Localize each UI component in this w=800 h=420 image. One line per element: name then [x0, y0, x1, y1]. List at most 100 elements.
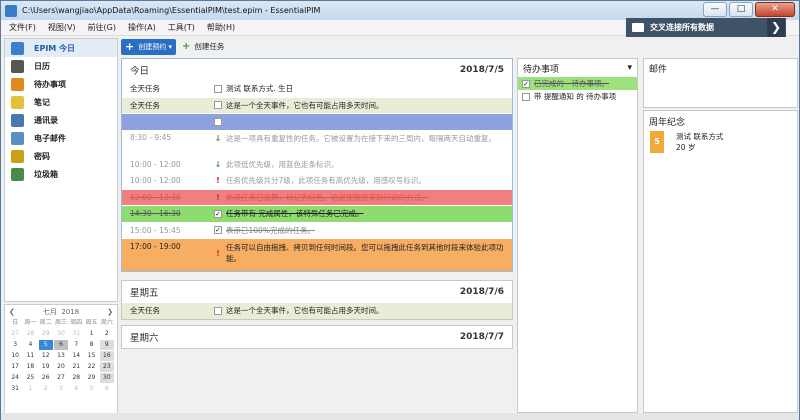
day-cell[interactable]: 19 — [39, 362, 53, 372]
sidebar-item-1[interactable]: 日历 — [5, 57, 117, 75]
day-cell[interactable]: 21 — [69, 362, 83, 372]
day-cell[interactable]: 20 — [54, 362, 68, 372]
sidebar-item-0[interactable]: EPIM 今日 — [5, 39, 117, 57]
day-cell[interactable]: 5 — [38, 340, 53, 350]
day-cell[interactable]: 9 — [99, 340, 114, 350]
high-priority-icon: ! — [216, 192, 220, 202]
day-cell[interactable]: 28 — [23, 329, 37, 339]
day-cell[interactable]: 3 — [8, 340, 22, 350]
menu-file[interactable]: 文件(F) — [9, 22, 36, 33]
day-cell[interactable]: 27 — [54, 373, 68, 383]
sidebar-item-7[interactable]: 垃圾箱 — [5, 165, 117, 183]
day-cell[interactable]: 7 — [69, 340, 83, 350]
day-cell[interactable]: 6 — [53, 340, 69, 350]
next-month-button[interactable]: ❯ — [107, 308, 113, 316]
todo-item[interactable]: 带 提醒通知 的 待办事项 — [518, 90, 637, 103]
day-cell[interactable]: 4 — [69, 384, 83, 394]
day-cell[interactable]: 1 — [84, 329, 98, 339]
day-cell[interactable]: 1 — [23, 384, 37, 394]
mini-year[interactable]: 2018 — [61, 308, 79, 316]
day-cell[interactable]: 4 — [23, 340, 37, 350]
day-cell[interactable]: 8 — [84, 340, 98, 350]
todo-text: 已完成的 - 待办事项。 — [534, 79, 609, 88]
day-cell[interactable]: 31 — [8, 384, 22, 394]
event-row[interactable]: 17:00 - 19:00! 任务可以自由拖拽、拷贝到任何时间段。您可以拖拽此任务… — [122, 238, 512, 271]
anniversary-item[interactable]: 5 测试 联系方式 20 岁 — [644, 131, 797, 153]
day-cell[interactable]: 13 — [54, 351, 68, 361]
menu-tools[interactable]: 工具(T) — [168, 22, 195, 33]
event-checkbox[interactable] — [214, 84, 222, 93]
event-row[interactable]: 14:30 - 16:30 ✓ 任务带有 完成属性，该特殊任务已完成。 — [122, 205, 512, 222]
event-checkbox[interactable] — [214, 117, 222, 126]
event-row[interactable]: 12:00 - 13:30! 此项任务已逾期，标记为红色。这是提醒您采取行动的方式… — [122, 188, 512, 205]
todo-checkbox[interactable]: ✓ — [522, 79, 530, 88]
day-cell[interactable]: 27 — [8, 329, 22, 339]
todo-checkbox[interactable] — [522, 92, 530, 101]
day-cell[interactable]: 28 — [69, 373, 83, 383]
sidebar-item-6[interactable]: 密码 — [5, 147, 117, 165]
event-row[interactable]: 10:00 - 12:00! 任务优先级共分7级，此项任务有高优先级，用感叹号标识… — [122, 172, 512, 189]
saturday-panel: 星期六 2018/7/7 — [121, 325, 513, 349]
sidebar-item-label: 通讯录 — [34, 115, 58, 125]
event-checkbox[interactable] — [214, 101, 222, 110]
day-cell[interactable]: 25 — [23, 373, 37, 383]
day-cell[interactable]: 18 — [23, 362, 37, 372]
day-cell[interactable]: 22 — [84, 362, 98, 372]
menu-actions[interactable]: 操作(A) — [128, 22, 156, 33]
day-cell[interactable]: 30 — [54, 329, 68, 339]
mini-month[interactable]: 七月 — [43, 308, 57, 316]
event-row[interactable]: 全天任务 这是一个全天事件，它也有可能占用多天时间。 — [122, 302, 512, 319]
day-cell[interactable]: 29 — [39, 329, 53, 339]
day-cell[interactable]: 31 — [69, 329, 83, 339]
event-text: 这是一个全天事件，它也有可能占用多天时间。 — [226, 100, 384, 110]
weekday-label: 周五 — [85, 319, 98, 326]
event-row[interactable]: 10:00 - 12:00 ↓ 此项低优先级，用蓝色走条标识。 — [122, 155, 512, 172]
event-text: 任务带有 完成属性，该特殊任务已完成。 — [226, 209, 364, 219]
event-row[interactable] — [122, 113, 512, 130]
sidebar-item-3[interactable]: 笔记 — [5, 93, 117, 111]
sidebar-item-5[interactable]: 电子邮件 — [5, 129, 117, 147]
event-row[interactable]: 全天任务 这是一个全天事件，它也有可能占用多天时间。 — [122, 96, 512, 113]
event-checkbox[interactable] — [214, 306, 222, 315]
day-cell[interactable]: 2 — [39, 384, 53, 394]
maximize-button[interactable]: □ — [729, 2, 753, 17]
day-cell[interactable]: 24 — [8, 373, 22, 383]
day-cell[interactable]: 23 — [99, 362, 114, 372]
new-appointment-button[interactable]: + 创建预约 ▾ — [121, 38, 176, 55]
sidebar-item-2[interactable]: 待办事项 — [5, 75, 117, 93]
event-row[interactable]: 15:00 - 15:45 ✓ 表示已100%完成的任务。 — [122, 221, 512, 238]
cross-link-banner[interactable]: 交叉连接所有数据 — [626, 18, 786, 37]
menu-view[interactable]: 视图(V) — [48, 22, 76, 33]
day-cell[interactable]: 2 — [100, 329, 114, 339]
today-date: 2018/7/5 — [459, 64, 504, 75]
todo-item[interactable]: ✓ 已完成的 - 待办事项。 — [518, 77, 637, 90]
day-cell[interactable]: 12 — [39, 351, 53, 361]
day-cell[interactable]: 26 — [39, 373, 53, 383]
new-task-button[interactable]: + 创建任务 — [182, 41, 224, 52]
todo-dropdown-icon[interactable]: ▾ — [627, 63, 632, 73]
day-cell[interactable]: 15 — [84, 351, 98, 361]
banner-next-button[interactable]: ❯ — [767, 18, 785, 37]
menu-go[interactable]: 前往(G) — [88, 22, 116, 33]
day-cell[interactable]: 6 — [100, 384, 114, 394]
day-cell[interactable]: 14 — [69, 351, 83, 361]
minimize-button[interactable]: — — [703, 2, 727, 17]
event-time: 17:00 - 19:00 — [130, 242, 181, 251]
day-cell[interactable]: 16 — [99, 351, 114, 361]
day-cell[interactable]: 5 — [84, 384, 98, 394]
prev-month-button[interactable]: ❮ — [9, 308, 15, 316]
day-cell[interactable]: 29 — [84, 373, 98, 383]
event-row[interactable]: 全天任务 测试 联系方式. 生日 — [122, 80, 512, 97]
menu-help[interactable]: 帮助(H) — [207, 22, 235, 33]
day-cell[interactable]: 11 — [23, 351, 37, 361]
event-row[interactable]: 8:30 - 9:45 ↓ 这是一项具有重复性的任务。它被设置为在接下来的三周内，每… — [122, 129, 512, 156]
day-cell[interactable]: 30 — [99, 373, 114, 383]
day-cell[interactable]: 3 — [54, 384, 68, 394]
close-button[interactable]: ✕ — [755, 2, 795, 17]
event-checkbox[interactable]: ✓ — [214, 209, 222, 218]
event-checkbox[interactable]: ✓ — [214, 226, 222, 235]
event-time: 全天任务 — [130, 306, 160, 316]
day-cell[interactable]: 10 — [8, 351, 22, 361]
sidebar-item-4[interactable]: 通讯录 — [5, 111, 117, 129]
day-cell[interactable]: 17 — [8, 362, 22, 372]
